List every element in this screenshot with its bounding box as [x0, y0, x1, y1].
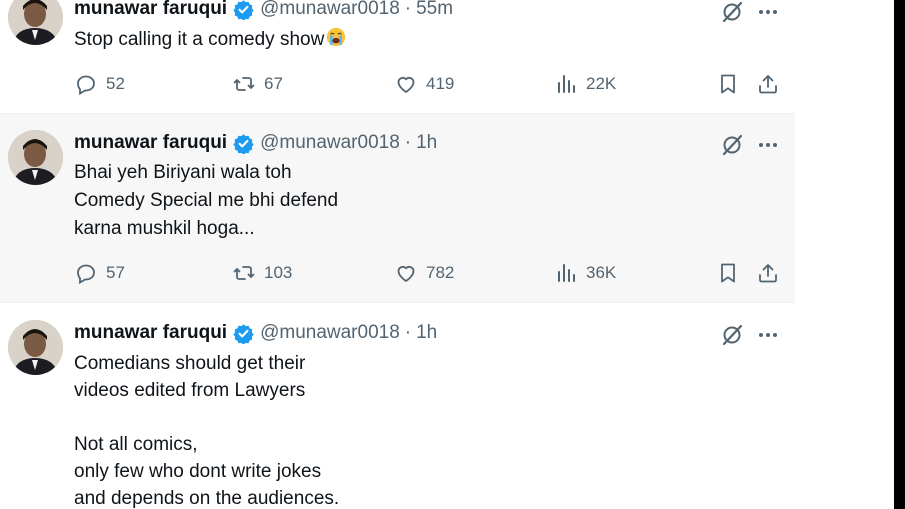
more-options-icon[interactable] — [756, 323, 780, 347]
reply-count: 57 — [106, 263, 125, 282]
avatar[interactable] — [8, 320, 63, 375]
tweet-text: Stop calling it a comedy show — [74, 26, 348, 54]
separator-dot: · — [404, 322, 412, 343]
share-icon[interactable] — [756, 261, 780, 285]
avatar[interactable] — [8, 0, 63, 45]
like-button[interactable]: 419 — [394, 70, 454, 98]
author-name[interactable]: munawar faruqui — [74, 0, 227, 20]
tweet[interactable]: munawar faruqui @munawar0018 · 55m Stop … — [0, 0, 795, 114]
heart-icon — [397, 76, 415, 93]
reply-button[interactable]: 52 — [74, 70, 125, 98]
author-name[interactable]: munawar faruqui — [74, 322, 227, 344]
views-button[interactable]: 22K — [554, 70, 616, 98]
verified-badge-icon — [233, 0, 254, 20]
grok-icon[interactable] — [720, 323, 744, 347]
share-icon[interactable] — [756, 72, 780, 96]
grok-icon[interactable] — [720, 133, 744, 157]
repost-icon — [233, 266, 255, 280]
reply-icon — [77, 264, 95, 285]
avatar[interactable] — [8, 130, 63, 185]
tweet-text-content: Stop calling it a comedy show — [74, 29, 325, 50]
timestamp[interactable]: 1h — [416, 322, 437, 344]
separator-dot: · — [404, 0, 412, 19]
views-button[interactable]: 36K — [554, 259, 616, 287]
tweet-header: munawar faruqui @munawar0018 · 1h — [74, 322, 437, 344]
tweet-header: munawar faruqui @munawar0018 · 1h — [74, 132, 437, 154]
separator-dot: · — [404, 132, 412, 153]
author-handle[interactable]: @munawar0018 — [260, 0, 400, 20]
timestamp[interactable]: 1h — [416, 132, 437, 154]
reply-count: 52 — [106, 74, 125, 93]
timeline-feed: munawar faruqui @munawar0018 · 55m Stop … — [0, 0, 795, 509]
tweet-header: munawar faruqui @munawar0018 · 55m — [74, 0, 453, 20]
more-options-icon[interactable] — [756, 133, 780, 157]
tweet-actions: 52 67 419 22K — [74, 70, 784, 98]
author-name[interactable]: munawar faruqui — [74, 132, 227, 154]
like-count: 782 — [426, 263, 455, 282]
repost-button[interactable]: 67 — [232, 70, 283, 98]
tweet-text: Comedians should get their videos edited… — [74, 353, 340, 509]
repost-count: 67 — [264, 74, 283, 93]
analytics-icon — [558, 75, 575, 93]
analytics-icon — [558, 264, 575, 282]
verified-badge-icon — [233, 133, 254, 154]
bookmark-icon[interactable] — [716, 261, 740, 285]
author-handle[interactable]: @munawar0018 — [260, 132, 400, 154]
loudly-crying-face-icon — [324, 26, 348, 48]
tweet[interactable]: munawar faruqui @munawar0018 · 1h Comedi… — [0, 303, 795, 509]
author-handle[interactable]: @munawar0018 — [260, 322, 400, 344]
reply-icon — [77, 75, 95, 96]
right-sidebar — [795, 0, 894, 509]
reply-button[interactable]: 57 — [74, 259, 125, 287]
repost-button[interactable]: 103 — [232, 259, 292, 287]
verified-badge-icon — [233, 323, 254, 344]
tweet-actions: 57 103 782 36K — [74, 259, 784, 287]
tweet-text: Bhai yeh Biriyani wala toh Comedy Specia… — [74, 162, 339, 239]
views-count: 22K — [586, 74, 617, 93]
like-count: 419 — [426, 74, 455, 93]
like-button[interactable]: 782 — [394, 259, 454, 287]
timestamp[interactable]: 55m — [416, 0, 453, 20]
tweet[interactable]: munawar faruqui @munawar0018 · 1h Bhai y… — [0, 114, 795, 303]
bookmark-icon[interactable] — [716, 72, 740, 96]
more-options-icon[interactable] — [756, 0, 780, 24]
repost-count: 103 — [264, 263, 293, 282]
repost-icon — [233, 77, 255, 91]
grok-icon[interactable] — [720, 0, 744, 24]
heart-icon — [397, 265, 415, 282]
views-count: 36K — [586, 263, 617, 282]
